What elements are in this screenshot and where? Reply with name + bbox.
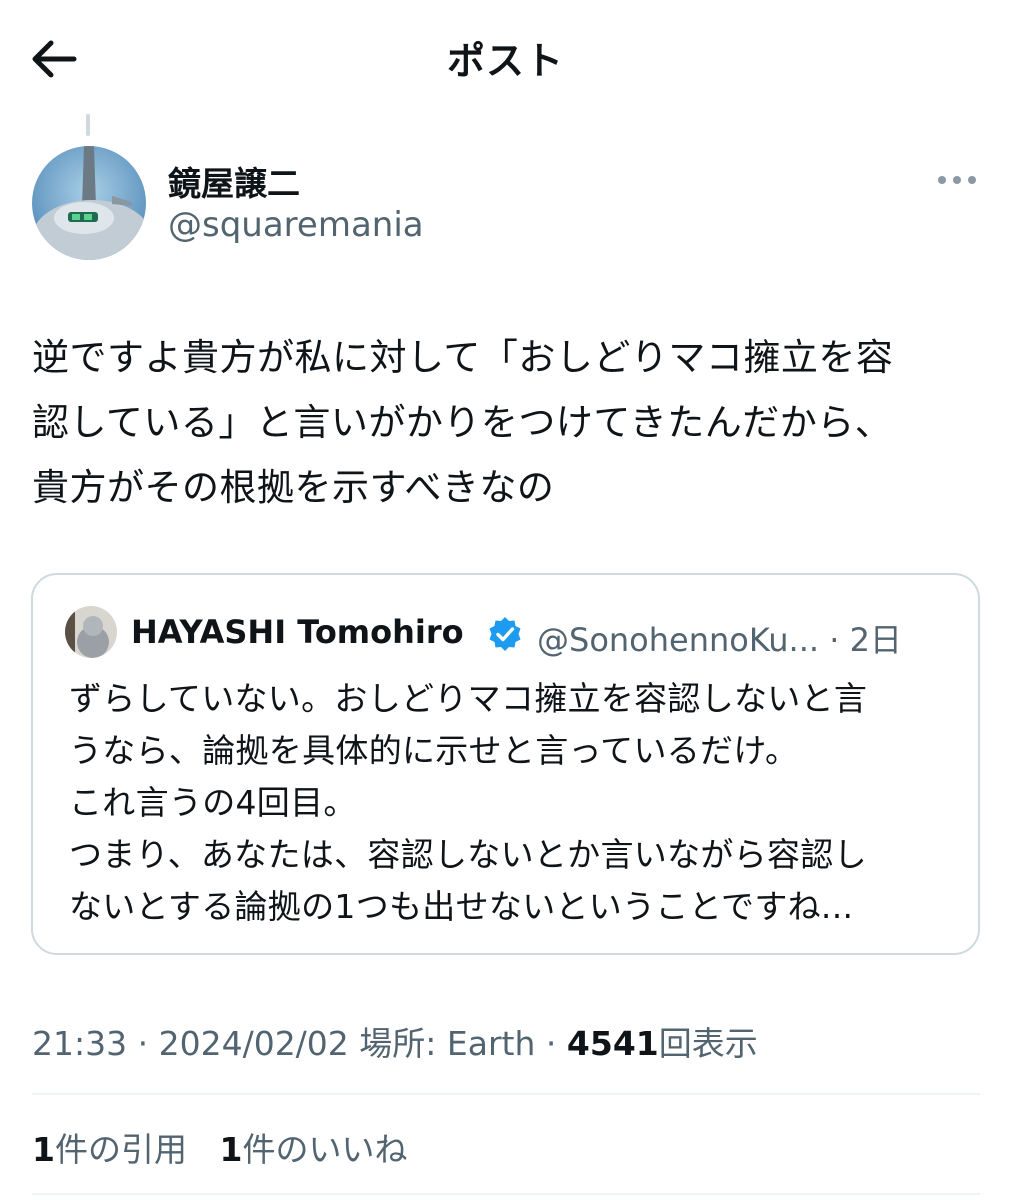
- more-horizontal-icon: [938, 176, 976, 184]
- views-count: 4541: [566, 1024, 659, 1063]
- author-display-name[interactable]: 鏡屋譲二: [168, 157, 300, 205]
- post-text: 逆ですよ貴方が私に対して「おしどりマコ擁立を容 認している」と言いがかりをつけて…: [32, 336, 894, 509]
- author-avatar[interactable]: [32, 146, 146, 260]
- quoted-post-text: ずらしていない。おしどりマコ擁立を容認しないと言 うなら、論拠を具体的に示せと言…: [69, 679, 868, 926]
- post-location: 場所: Earth: [359, 1024, 536, 1063]
- verified-badge-icon: [489, 617, 521, 651]
- top-bar: ポスト: [0, 0, 1011, 118]
- page-title: ポスト: [446, 39, 564, 83]
- quoted-author-name: HAYASHI Tomohiro: [131, 613, 464, 651]
- author-handle[interactable]: @squaremania: [168, 205, 424, 245]
- quoted-author-handle: @SonohennoKu...: [537, 621, 820, 659]
- engagement-stats: 1件の引用 1件のいいね: [32, 1123, 429, 1171]
- likes-stat[interactable]: 1件のいいね: [219, 1123, 407, 1171]
- likes-label: 件のいいね: [242, 1130, 408, 1169]
- likes-count: 1: [219, 1130, 243, 1169]
- separator-dot: ·: [137, 1024, 159, 1063]
- divider: [32, 1193, 980, 1195]
- separator-dot: ·: [545, 1024, 567, 1063]
- thread-connector-line: [86, 114, 90, 136]
- quotes-count: 1: [32, 1130, 55, 1169]
- views-label: 回表示: [658, 1024, 758, 1063]
- quoted-post-card[interactable]: HAYASHI Tomohiro @SonohennoKu... · 2日 ずら…: [31, 573, 980, 955]
- quotes-stat[interactable]: 1件の引用: [32, 1123, 187, 1171]
- quoted-author-handle-and-time: @SonohennoKu... · 2日: [537, 615, 902, 661]
- quoted-author-avatar: [65, 606, 117, 658]
- separator-dot: ·: [829, 621, 850, 659]
- more-options-button[interactable]: [932, 165, 982, 195]
- quotes-label: 件の引用: [54, 1130, 187, 1169]
- post-time[interactable]: 21:33: [32, 1024, 127, 1063]
- divider: [32, 1093, 980, 1095]
- post-date[interactable]: 2024/02/02: [159, 1024, 349, 1063]
- quoted-post-time: 2日: [849, 621, 902, 659]
- post-metadata: 21:33 · 2024/02/02 場所: Earth · 4541回表示: [32, 1017, 758, 1065]
